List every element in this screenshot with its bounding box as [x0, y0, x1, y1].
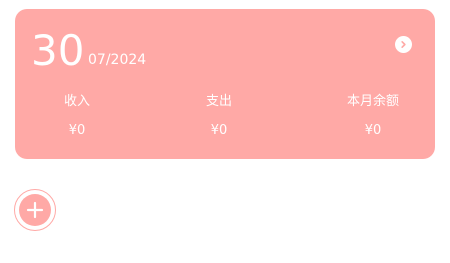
add-record-button[interactable]	[14, 189, 56, 231]
income-stat: 收入 ¥0	[27, 93, 127, 140]
expense-stat: 支出 ¥0	[169, 93, 269, 140]
balance-label: 本月余额	[346, 94, 399, 109]
day-number: 30	[31, 26, 85, 75]
chevron-right-icon	[399, 40, 408, 49]
monthly-summary-card: 30 07/2024 收入 ¥0 支出 ¥0 本月余额 ¥0	[15, 9, 435, 159]
plus-icon	[19, 194, 51, 226]
month-year: 07/2024	[88, 52, 147, 68]
balance-value: ¥0	[364, 123, 382, 138]
income-value: ¥0	[68, 123, 86, 138]
balance-stat: 本月余额 ¥0	[323, 93, 423, 140]
next-month-button[interactable]	[395, 36, 412, 53]
expense-value: ¥0	[210, 123, 228, 138]
expense-label: 支出	[205, 94, 232, 109]
income-label: 收入	[63, 94, 90, 109]
